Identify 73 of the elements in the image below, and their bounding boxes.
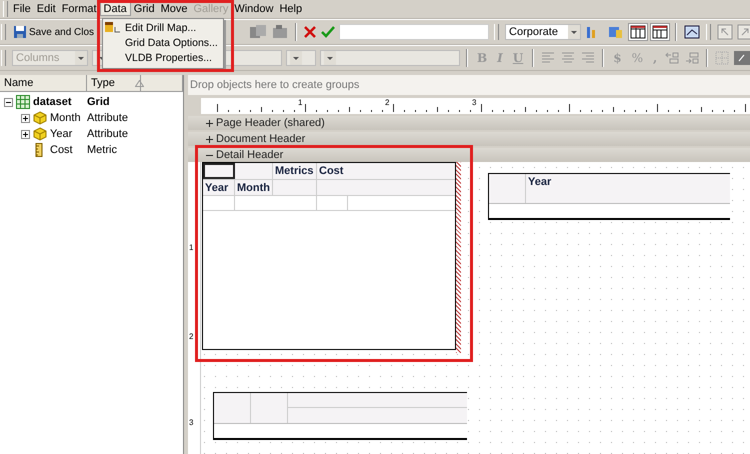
cube-icon [33,111,47,125]
plus-icon [206,136,213,142]
grid-object[interactable] [213,392,467,440]
menu-item[interactable]: Grid [130,2,158,16]
tree-item[interactable]: Cost [50,144,73,156]
row-header: Month [235,180,273,195]
tree-item[interactable]: dataset [33,96,72,108]
type-label: Grid [87,96,110,108]
ruler-number: 1 [298,98,302,107]
selected-cell[interactable] [203,163,235,179]
tree-item[interactable]: Month [50,112,81,124]
ruler-number: 1 [189,243,194,252]
grid-icon [16,95,30,109]
ruler-number: 3 [472,98,476,107]
grid-object[interactable]: Metrics Cost Year Month [202,162,456,350]
select-field[interactable] [320,50,460,66]
menu-item[interactable]: Window [231,2,276,16]
section-bar[interactable]: Document Header [188,132,750,146]
type-label: Attribute [87,128,128,140]
type-label: Metric [87,144,117,156]
column-header: Year [527,175,552,190]
drop-hint: Drop objects here to create groups [190,79,360,91]
menu-item[interactable]: Data [100,2,131,16]
align-icon[interactable] [580,51,596,65]
save-and-close-button[interactable]: Save and Clos [12,23,96,41]
menu-option[interactable]: Grid Data Options... [103,35,223,50]
table-icon[interactable] [629,24,648,40]
plus-icon [206,120,213,126]
cube-icon [33,127,47,141]
section-title: Detail Header [216,149,284,161]
grid-object[interactable]: Year [488,173,730,220]
align-icon[interactable] [540,51,556,65]
document-icon[interactable] [271,24,290,40]
drill-map-icon [105,22,121,34]
window-icon[interactable] [683,24,702,40]
section-title: Document Header [216,133,306,145]
collapse-icon[interactable] [4,98,13,106]
column-header: Metrics [273,163,317,179]
type-label: Attribute [87,112,128,124]
section-bar[interactable]: Page Header (shared) [188,116,750,130]
menu-item[interactable]: File [10,2,34,16]
align-icon[interactable] [560,51,576,65]
menu-option[interactable]: VLDB Properties... [103,50,223,65]
document-icon[interactable] [249,24,268,40]
sort-icon [134,80,144,86]
column-header[interactable]: Type [87,75,141,91]
decimal-icon[interactable] [664,51,680,65]
expand-icon[interactable] [21,130,30,138]
expand-icon[interactable] [21,114,30,122]
style-select[interactable]: Corporate [505,24,582,40]
decimal-icon[interactable] [684,51,700,65]
cancel-icon[interactable] [303,25,318,39]
column-header[interactable]: Name [0,75,87,91]
menu-item[interactable]: Help [276,2,306,16]
section-title: Page Header (shared) [216,117,325,129]
section-bar[interactable]: Detail Header [188,148,750,162]
formula-field[interactable] [339,24,490,40]
fill-color-icon[interactable] [734,51,750,65]
ruler-number: 2 [189,332,194,341]
resize-border[interactable] [456,162,461,353]
ruler-number: 2 [385,98,390,107]
menu-item[interactable]: Move [158,2,190,16]
size-select[interactable] [286,50,316,66]
accept-icon[interactable] [321,25,336,39]
row-header: Year [203,180,235,195]
menu-option[interactable]: Edit Drill Map... [103,20,223,35]
ruler-number: 3 [189,418,194,427]
menu-item[interactable]: Format [58,2,100,16]
save-icon [13,25,27,39]
table-icon[interactable] [651,24,670,40]
tree-item[interactable]: Year [50,128,72,140]
menu-item[interactable]: Edit [34,2,59,16]
column-header: Cost [318,164,344,179]
